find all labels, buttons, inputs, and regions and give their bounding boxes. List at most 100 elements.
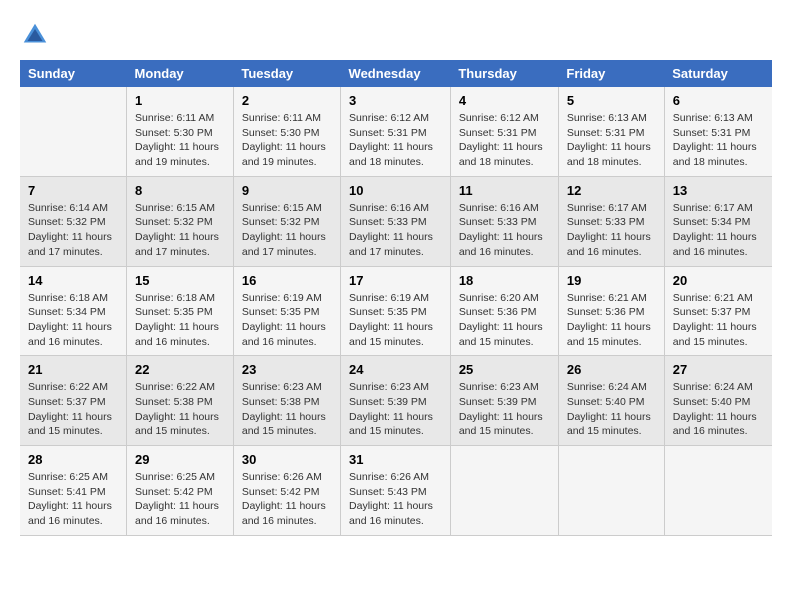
day-number: 13 bbox=[673, 183, 764, 198]
day-number: 17 bbox=[349, 273, 442, 288]
day-cell: 8 Sunrise: 6:15 AM Sunset: 5:32 PM Daylig… bbox=[127, 176, 234, 266]
day-number: 20 bbox=[673, 273, 764, 288]
week-row-1: 1 Sunrise: 6:11 AM Sunset: 5:30 PM Daylig… bbox=[20, 87, 772, 176]
day-number: 8 bbox=[135, 183, 225, 198]
day-info: Sunrise: 6:26 AM Sunset: 5:43 PM Dayligh… bbox=[349, 470, 442, 529]
day-cell: 29 Sunrise: 6:25 AM Sunset: 5:42 PM Dayli… bbox=[127, 446, 234, 536]
day-number: 12 bbox=[567, 183, 656, 198]
day-number: 14 bbox=[28, 273, 118, 288]
day-info: Sunrise: 6:22 AM Sunset: 5:38 PM Dayligh… bbox=[135, 380, 225, 439]
day-cell: 13Sunrise: 6:17 AM Sunset: 5:34 PM Dayli… bbox=[664, 176, 772, 266]
logo-icon bbox=[20, 20, 50, 50]
day-number: 31 bbox=[349, 452, 442, 467]
calendar-table: SundayMondayTuesdayWednesdayThursdayFrid… bbox=[20, 60, 772, 536]
day-info: Sunrise: 6:15 AM Sunset: 5:32 PM Dayligh… bbox=[135, 201, 225, 260]
day-info: Sunrise: 6:12 AM Sunset: 5:31 PM Dayligh… bbox=[459, 111, 550, 170]
day-info: Sunrise: 6:26 AM Sunset: 5:42 PM Dayligh… bbox=[242, 470, 332, 529]
day-info: Sunrise: 6:23 AM Sunset: 5:39 PM Dayligh… bbox=[349, 380, 442, 439]
day-cell: 23 Sunrise: 6:23 AM Sunset: 5:38 PM Dayli… bbox=[233, 356, 340, 446]
column-header-friday: Friday bbox=[558, 60, 664, 87]
day-info: Sunrise: 6:11 AM Sunset: 5:30 PM Dayligh… bbox=[135, 111, 225, 170]
day-info: Sunrise: 6:23 AM Sunset: 5:38 PM Dayligh… bbox=[242, 380, 332, 439]
day-cell: 7 Sunrise: 6:14 AM Sunset: 5:32 PM Daylig… bbox=[20, 176, 127, 266]
day-cell: 16Sunrise: 6:19 AM Sunset: 5:35 PM Dayli… bbox=[233, 266, 340, 356]
logo bbox=[20, 20, 54, 50]
day-number: 5 bbox=[567, 93, 656, 108]
day-number: 1 bbox=[135, 93, 225, 108]
day-number: 19 bbox=[567, 273, 656, 288]
day-number: 16 bbox=[242, 273, 332, 288]
day-number: 25 bbox=[459, 362, 550, 377]
day-cell: 27 Sunrise: 6:24 AM Sunset: 5:40 PM Dayli… bbox=[664, 356, 772, 446]
day-info: Sunrise: 6:23 AM Sunset: 5:39 PM Dayligh… bbox=[459, 380, 550, 439]
day-number: 27 bbox=[673, 362, 764, 377]
day-cell: 12 Sunrise: 6:17 AM Sunset: 5:33 PM Dayli… bbox=[558, 176, 664, 266]
day-info: Sunrise: 6:18 AM Sunset: 5:35 PM Dayligh… bbox=[135, 291, 225, 350]
day-cell: 19Sunrise: 6:21 AM Sunset: 5:36 PM Dayli… bbox=[558, 266, 664, 356]
header-row: SundayMondayTuesdayWednesdayThursdayFrid… bbox=[20, 60, 772, 87]
day-number: 7 bbox=[28, 183, 118, 198]
day-cell: 3 Sunrise: 6:12 AM Sunset: 5:31 PM Daylig… bbox=[341, 87, 451, 176]
week-row-4: 21 Sunrise: 6:22 AM Sunset: 5:37 PM Dayli… bbox=[20, 356, 772, 446]
day-info: Sunrise: 6:18 AM Sunset: 5:34 PM Dayligh… bbox=[28, 291, 118, 350]
day-cell: 24Sunrise: 6:23 AM Sunset: 5:39 PM Dayli… bbox=[341, 356, 451, 446]
day-cell: 5 Sunrise: 6:13 AM Sunset: 5:31 PM Daylig… bbox=[558, 87, 664, 176]
day-info: Sunrise: 6:16 AM Sunset: 5:33 PM Dayligh… bbox=[349, 201, 442, 260]
day-cell: 17 Sunrise: 6:19 AM Sunset: 5:35 PM Dayli… bbox=[341, 266, 451, 356]
day-cell: 4 Sunrise: 6:12 AM Sunset: 5:31 PM Daylig… bbox=[450, 87, 558, 176]
column-header-wednesday: Wednesday bbox=[341, 60, 451, 87]
page-header bbox=[20, 20, 772, 50]
day-info: Sunrise: 6:13 AM Sunset: 5:31 PM Dayligh… bbox=[567, 111, 656, 170]
day-number: 10 bbox=[349, 183, 442, 198]
day-cell: 15 Sunrise: 6:18 AM Sunset: 5:35 PM Dayli… bbox=[127, 266, 234, 356]
day-number: 22 bbox=[135, 362, 225, 377]
day-cell bbox=[664, 446, 772, 536]
day-cell: 6 Sunrise: 6:13 AM Sunset: 5:31 PM Daylig… bbox=[664, 87, 772, 176]
day-info: Sunrise: 6:19 AM Sunset: 5:35 PM Dayligh… bbox=[349, 291, 442, 350]
day-cell: 21 Sunrise: 6:22 AM Sunset: 5:37 PM Dayli… bbox=[20, 356, 127, 446]
day-number: 6 bbox=[673, 93, 764, 108]
day-cell: 1 Sunrise: 6:11 AM Sunset: 5:30 PM Daylig… bbox=[127, 87, 234, 176]
day-info: Sunrise: 6:20 AM Sunset: 5:36 PM Dayligh… bbox=[459, 291, 550, 350]
week-row-2: 7 Sunrise: 6:14 AM Sunset: 5:32 PM Daylig… bbox=[20, 176, 772, 266]
day-number: 28 bbox=[28, 452, 118, 467]
day-cell: 25 Sunrise: 6:23 AM Sunset: 5:39 PM Dayli… bbox=[450, 356, 558, 446]
day-info: Sunrise: 6:22 AM Sunset: 5:37 PM Dayligh… bbox=[28, 380, 118, 439]
day-cell: 10 Sunrise: 6:16 AM Sunset: 5:33 PM Dayli… bbox=[341, 176, 451, 266]
day-cell bbox=[20, 87, 127, 176]
day-cell: 31 Sunrise: 6:26 AM Sunset: 5:43 PM Dayli… bbox=[341, 446, 451, 536]
column-header-saturday: Saturday bbox=[664, 60, 772, 87]
day-cell: 20 Sunrise: 6:21 AM Sunset: 5:37 PM Dayli… bbox=[664, 266, 772, 356]
day-cell: 2Sunrise: 6:11 AM Sunset: 5:30 PM Daylig… bbox=[233, 87, 340, 176]
day-cell bbox=[450, 446, 558, 536]
day-info: Sunrise: 6:14 AM Sunset: 5:32 PM Dayligh… bbox=[28, 201, 118, 260]
day-number: 30 bbox=[242, 452, 332, 467]
day-number: 29 bbox=[135, 452, 225, 467]
day-info: Sunrise: 6:12 AM Sunset: 5:31 PM Dayligh… bbox=[349, 111, 442, 170]
day-cell: 26Sunrise: 6:24 AM Sunset: 5:40 PM Dayli… bbox=[558, 356, 664, 446]
day-number: 9 bbox=[242, 183, 332, 198]
day-info: Sunrise: 6:25 AM Sunset: 5:42 PM Dayligh… bbox=[135, 470, 225, 529]
day-info: Sunrise: 6:15 AM Sunset: 5:32 PM Dayligh… bbox=[242, 201, 332, 260]
day-cell: 18 Sunrise: 6:20 AM Sunset: 5:36 PM Dayli… bbox=[450, 266, 558, 356]
day-number: 15 bbox=[135, 273, 225, 288]
day-info: Sunrise: 6:17 AM Sunset: 5:33 PM Dayligh… bbox=[567, 201, 656, 260]
day-number: 4 bbox=[459, 93, 550, 108]
day-info: Sunrise: 6:11 AM Sunset: 5:30 PM Dayligh… bbox=[242, 111, 332, 170]
day-cell: 9 Sunrise: 6:15 AM Sunset: 5:32 PM Daylig… bbox=[233, 176, 340, 266]
day-info: Sunrise: 6:24 AM Sunset: 5:40 PM Dayligh… bbox=[673, 380, 764, 439]
day-cell bbox=[558, 446, 664, 536]
column-header-monday: Monday bbox=[127, 60, 234, 87]
week-row-3: 14 Sunrise: 6:18 AM Sunset: 5:34 PM Dayli… bbox=[20, 266, 772, 356]
day-number: 18 bbox=[459, 273, 550, 288]
day-info: Sunrise: 6:16 AM Sunset: 5:33 PM Dayligh… bbox=[459, 201, 550, 260]
day-info: Sunrise: 6:25 AM Sunset: 5:41 PM Dayligh… bbox=[28, 470, 118, 529]
day-cell: 22 Sunrise: 6:22 AM Sunset: 5:38 PM Dayli… bbox=[127, 356, 234, 446]
day-number: 3 bbox=[349, 93, 442, 108]
column-header-thursday: Thursday bbox=[450, 60, 558, 87]
day-number: 23 bbox=[242, 362, 332, 377]
day-info: Sunrise: 6:21 AM Sunset: 5:37 PM Dayligh… bbox=[673, 291, 764, 350]
day-number: 21 bbox=[28, 362, 118, 377]
day-info: Sunrise: 6:13 AM Sunset: 5:31 PM Dayligh… bbox=[673, 111, 764, 170]
day-cell: 30 Sunrise: 6:26 AM Sunset: 5:42 PM Dayli… bbox=[233, 446, 340, 536]
